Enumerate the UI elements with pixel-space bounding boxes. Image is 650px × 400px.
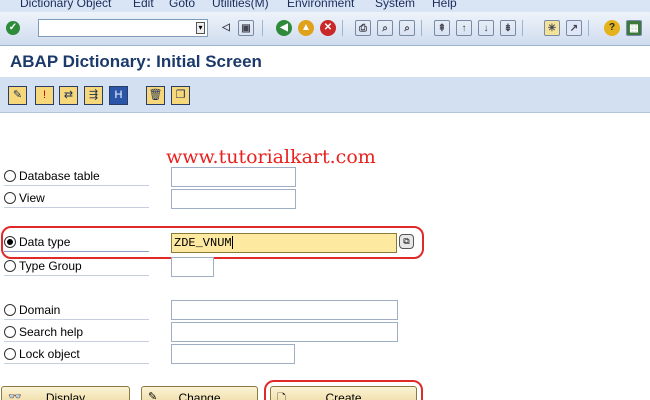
radio-type-group[interactable] bbox=[4, 260, 16, 272]
page-title: ABAP Dictionary: Initial Screen bbox=[10, 52, 262, 71]
database-table-input[interactable] bbox=[171, 167, 296, 187]
display-change-icon[interactable]: ✎ bbox=[8, 86, 27, 105]
display-button[interactable]: 👓 Display bbox=[1, 386, 130, 400]
label-type-group: Type Group bbox=[19, 259, 82, 273]
toolbar-separator bbox=[342, 20, 343, 36]
exit-icon[interactable]: ▲ bbox=[298, 20, 314, 36]
first-page-icon[interactable]: ⇞ bbox=[434, 20, 450, 36]
layout-menu-icon[interactable]: ▦ bbox=[626, 20, 642, 36]
create-highlight bbox=[264, 380, 423, 400]
check-icon[interactable]: ! bbox=[35, 86, 54, 105]
radio-view[interactable] bbox=[4, 192, 16, 204]
menu-help[interactable]: Help bbox=[432, 0, 457, 10]
cancel-icon[interactable]: ✕ bbox=[320, 20, 336, 36]
data-type-highlight bbox=[1, 226, 424, 259]
menu-utilities[interactable]: Utilities(M) bbox=[212, 0, 269, 10]
change-button-label: Change bbox=[178, 391, 221, 400]
radio-database-table[interactable] bbox=[4, 170, 16, 182]
delete-icon[interactable]: 🗑 bbox=[146, 86, 165, 105]
menu-environment[interactable]: Environment bbox=[287, 0, 354, 10]
where-used-icon[interactable]: ⇶ bbox=[84, 86, 103, 105]
radio-search-help[interactable] bbox=[4, 326, 16, 338]
lock-object-input[interactable] bbox=[171, 344, 295, 364]
next-page-icon[interactable]: ↓ bbox=[478, 20, 494, 36]
label-search-help: Search help bbox=[19, 325, 84, 339]
option-search-help[interactable]: Search help bbox=[4, 324, 149, 342]
view-input[interactable] bbox=[171, 189, 296, 209]
command-dropdown-icon[interactable]: ▾ bbox=[196, 22, 205, 34]
display-button-label: Display bbox=[45, 391, 86, 400]
menu-goto[interactable]: Goto bbox=[169, 0, 195, 10]
type-group-input[interactable] bbox=[171, 257, 214, 277]
find-next-icon[interactable]: ⌕ bbox=[399, 20, 415, 36]
activate-icon[interactable]: ⇄ bbox=[59, 86, 78, 105]
last-page-icon[interactable]: ⇟ bbox=[500, 20, 516, 36]
shortcut-icon[interactable]: ↗ bbox=[566, 20, 582, 36]
option-view[interactable]: View bbox=[4, 190, 149, 208]
title-bar: ABAP Dictionary: Initial Screen bbox=[0, 47, 650, 77]
search-help-input[interactable] bbox=[171, 322, 398, 342]
menu-bar: Dictionary Object Edit Goto Utilities(M)… bbox=[0, 0, 650, 12]
menu-dictionary-object[interactable]: Dictionary Object bbox=[20, 0, 111, 10]
menu-system[interactable]: System bbox=[375, 0, 415, 10]
toolbar-separator bbox=[421, 20, 422, 36]
label-database-table: Database table bbox=[19, 169, 100, 183]
label-lock-object: Lock object bbox=[19, 347, 80, 361]
toolbar-separator bbox=[262, 20, 263, 36]
find-icon[interactable]: ⌕ bbox=[377, 20, 393, 36]
command-field[interactable]: ▾ bbox=[38, 19, 208, 37]
standard-toolbar: ✓ ▾ ◁ ▣ ◀ ▲ ✕ ⎙ ⌕ ⌕ ⇞ ↑ ↓ ⇟ ✳ ↗ ? ▦ bbox=[0, 12, 650, 46]
option-database-table[interactable]: Database table bbox=[4, 168, 149, 186]
option-type-group[interactable]: Type Group bbox=[4, 258, 149, 276]
watermark-text: www.tutorialkart.com bbox=[166, 146, 376, 168]
option-domain[interactable]: Domain bbox=[4, 302, 149, 320]
info-icon[interactable]: H bbox=[109, 86, 128, 105]
save-icon[interactable]: ▣ bbox=[238, 20, 254, 36]
previous-page-icon[interactable]: ↑ bbox=[456, 20, 472, 36]
label-view: View bbox=[19, 191, 45, 205]
menu-edit[interactable]: Edit bbox=[133, 0, 154, 10]
copy-icon[interactable]: ❐ bbox=[171, 86, 190, 105]
enter-checkmark-icon[interactable]: ✓ bbox=[6, 21, 20, 35]
radio-lock-object[interactable] bbox=[4, 348, 16, 360]
application-toolbar: ✎ ! ⇄ ⇶ H 🗑 ❐ bbox=[0, 77, 650, 113]
back-arrow-small-icon[interactable]: ◁ bbox=[218, 20, 234, 36]
domain-input[interactable] bbox=[171, 300, 398, 320]
change-button[interactable]: ✎ Change bbox=[141, 386, 258, 400]
print-icon[interactable]: ⎙ bbox=[355, 20, 371, 36]
toolbar-separator bbox=[588, 20, 589, 36]
create-session-icon[interactable]: ✳ bbox=[544, 20, 560, 36]
option-lock-object[interactable]: Lock object bbox=[4, 346, 149, 364]
back-icon[interactable]: ◀ bbox=[276, 20, 292, 36]
radio-domain[interactable] bbox=[4, 304, 16, 316]
toolbar-separator bbox=[522, 20, 523, 36]
help-icon[interactable]: ? bbox=[604, 20, 620, 36]
label-domain: Domain bbox=[19, 303, 61, 317]
